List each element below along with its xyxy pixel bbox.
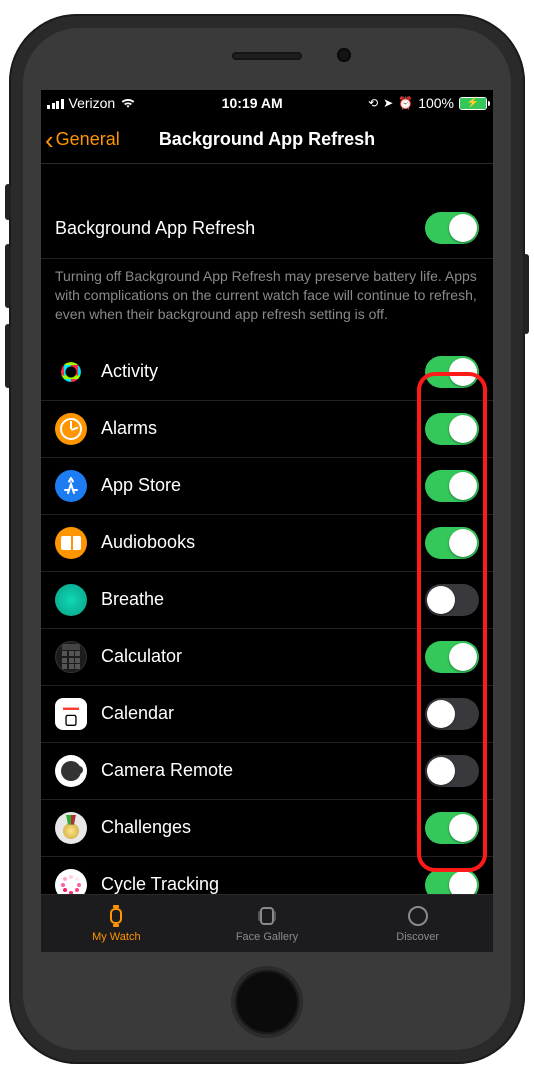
status-time: 10:19 AM xyxy=(136,95,368,111)
master-toggle-label: Background App Refresh xyxy=(55,218,411,239)
power-button xyxy=(523,254,529,334)
wifi-icon xyxy=(120,97,136,109)
tab-compass[interactable]: Discover xyxy=(342,895,493,952)
challenges-icon xyxy=(55,812,87,844)
back-button[interactable]: ‹ General xyxy=(45,127,120,153)
battery-icon: ⚡ xyxy=(459,97,487,110)
phone-bezel: Verizon 10:19 AM ⟲ ➤ ⏰ 100% ⚡ ‹ xyxy=(23,28,511,1050)
app-row-calendar: ▬▬▢ Calendar xyxy=(41,686,493,743)
app-toggle-calculator[interactable] xyxy=(425,641,479,673)
app-row-challenges: Challenges xyxy=(41,800,493,857)
app-label: App Store xyxy=(101,475,411,496)
screen: Verizon 10:19 AM ⟲ ➤ ⏰ 100% ⚡ ‹ xyxy=(41,90,493,952)
gallery-icon xyxy=(254,904,280,928)
description-text: Turning off Background App Refresh may p… xyxy=(41,259,493,344)
cellular-signal-icon xyxy=(47,97,64,109)
volume-up-button xyxy=(5,244,11,308)
app-label: Activity xyxy=(101,361,411,382)
app-toggle-challenges[interactable] xyxy=(425,812,479,844)
appstore-icon xyxy=(55,470,87,502)
content-scroll[interactable]: Background App Refresh Turning off Backg… xyxy=(41,164,493,894)
app-row-audiobooks: Audiobooks xyxy=(41,515,493,572)
tab-gallery[interactable]: Face Gallery xyxy=(192,895,343,952)
master-toggle[interactable] xyxy=(425,212,479,244)
app-label: Audiobooks xyxy=(101,532,411,553)
app-toggle-camera[interactable] xyxy=(425,755,479,787)
app-toggle-appstore[interactable] xyxy=(425,470,479,502)
home-button[interactable] xyxy=(235,970,299,1034)
activity-icon xyxy=(55,356,87,388)
app-label: Camera Remote xyxy=(101,760,411,781)
app-toggle-audiobooks[interactable] xyxy=(425,527,479,559)
cycle-icon xyxy=(55,869,87,894)
master-toggle-row: Background App Refresh xyxy=(41,198,493,259)
tab-label: Face Gallery xyxy=(236,931,298,943)
navigation-bar: ‹ General Background App Refresh xyxy=(41,116,493,164)
app-row-activity: Activity xyxy=(41,344,493,401)
app-list: Activity Alarms App Store Audiobooks Breathe… xyxy=(41,344,493,894)
app-label: Calendar xyxy=(101,703,411,724)
app-label: Breathe xyxy=(101,589,411,610)
app-label: Cycle Tracking xyxy=(101,874,411,894)
orientation-lock-icon: ⟲ xyxy=(368,96,378,110)
audiobooks-icon xyxy=(55,527,87,559)
calculator-icon xyxy=(55,641,87,673)
chevron-left-icon: ‹ xyxy=(45,127,54,153)
alarm-icon: ⏰ xyxy=(398,96,413,110)
watch-icon xyxy=(103,904,129,928)
app-label: Challenges xyxy=(101,817,411,838)
app-row-alarms: Alarms xyxy=(41,401,493,458)
app-toggle-activity[interactable] xyxy=(425,356,479,388)
volume-down-button xyxy=(5,324,11,388)
tab-label: Discover xyxy=(396,931,439,943)
phone-frame: Verizon 10:19 AM ⟲ ➤ ⏰ 100% ⚡ ‹ xyxy=(9,14,525,1064)
front-camera xyxy=(337,48,351,62)
calendar-icon: ▬▬▢ xyxy=(55,698,87,730)
status-bar: Verizon 10:19 AM ⟲ ➤ ⏰ 100% ⚡ xyxy=(41,90,493,116)
app-toggle-alarms[interactable] xyxy=(425,413,479,445)
app-label: Calculator xyxy=(101,646,411,667)
tab-label: My Watch xyxy=(92,931,141,943)
app-row-breathe: Breathe xyxy=(41,572,493,629)
carrier-label: Verizon xyxy=(69,95,116,111)
alarms-icon xyxy=(55,413,87,445)
app-row-appstore: App Store xyxy=(41,458,493,515)
battery-percent: 100% xyxy=(418,95,454,111)
app-toggle-cycle[interactable] xyxy=(425,869,479,894)
app-label: Alarms xyxy=(101,418,411,439)
compass-icon xyxy=(405,904,431,928)
app-toggle-breathe[interactable] xyxy=(425,584,479,616)
mute-switch xyxy=(5,184,11,220)
earpiece-speaker xyxy=(232,52,302,60)
app-row-camera: Camera Remote xyxy=(41,743,493,800)
tab-watch[interactable]: My Watch xyxy=(41,895,192,952)
camera-icon xyxy=(55,755,87,787)
back-label: General xyxy=(56,129,120,150)
app-toggle-calendar[interactable] xyxy=(425,698,479,730)
breathe-icon xyxy=(55,584,87,616)
tab-bar: My Watch Face Gallery Discover xyxy=(41,894,493,952)
app-row-calculator: Calculator xyxy=(41,629,493,686)
app-row-cycle: Cycle Tracking xyxy=(41,857,493,894)
location-icon: ➤ xyxy=(383,96,393,110)
